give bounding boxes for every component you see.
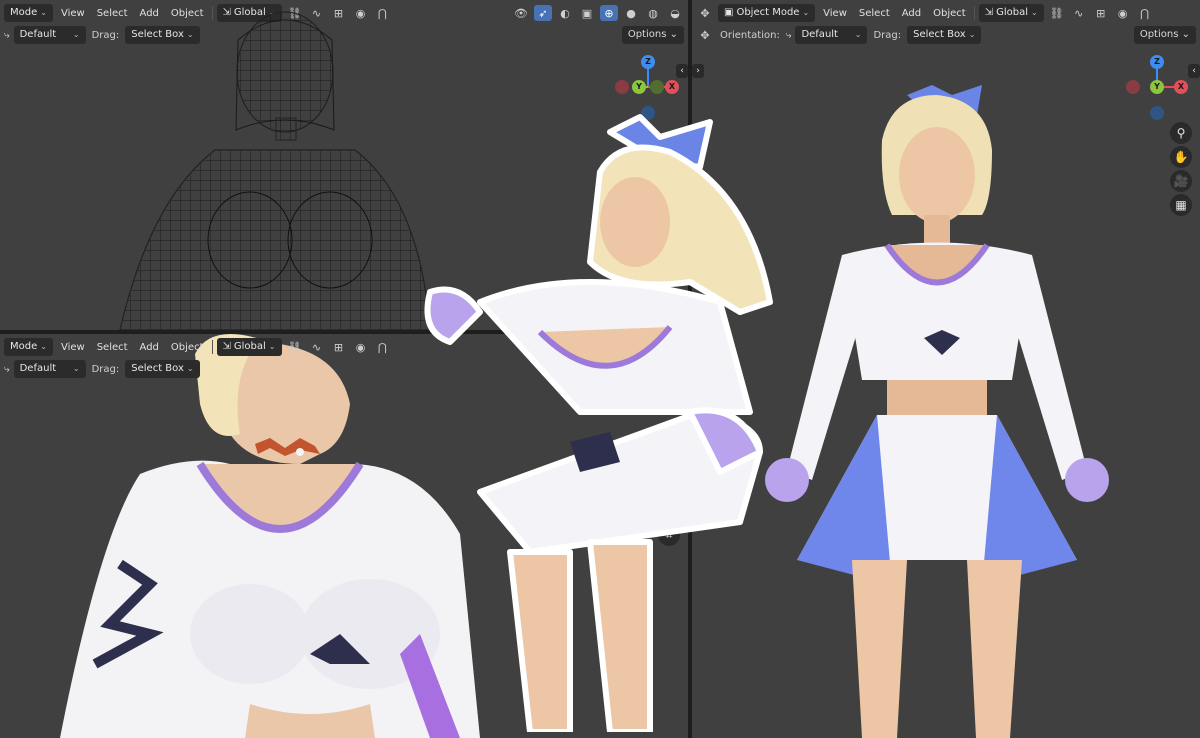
separator bbox=[211, 340, 213, 354]
midriff-front bbox=[887, 380, 987, 420]
drag-dropdown[interactable]: Select Box ⌄ bbox=[125, 360, 200, 378]
wire-head bbox=[235, 11, 335, 141]
choker-pearl bbox=[296, 448, 304, 456]
menu-object[interactable]: Object bbox=[167, 340, 208, 355]
drag-value: Select Box bbox=[131, 363, 184, 374]
face-front bbox=[899, 127, 975, 223]
pivot-icon[interactable]: ⛓ bbox=[286, 339, 304, 355]
drag-label: Drag: bbox=[91, 363, 120, 375]
mode-label: Mode bbox=[10, 341, 38, 352]
neck bbox=[924, 215, 950, 245]
character-pose-overlay bbox=[424, 114, 773, 732]
pompom-right bbox=[1065, 458, 1109, 502]
transform-orientation-dropdown[interactable]: ⇲ Global ⌄ bbox=[216, 338, 282, 356]
leg-right bbox=[967, 560, 1022, 738]
overlay-leg-left bbox=[507, 549, 573, 732]
chevron-down-icon: ⌄ bbox=[186, 364, 194, 373]
snap-grid-icon[interactable]: ⊞ bbox=[330, 339, 348, 355]
menu-view[interactable]: View bbox=[57, 340, 89, 355]
menu-select[interactable]: Select bbox=[93, 340, 132, 355]
overlay-pompom-left bbox=[424, 286, 483, 345]
chevron-down-icon: ⌄ bbox=[268, 342, 276, 351]
orientation-dropdown[interactable]: Default ⌄ bbox=[13, 360, 86, 378]
wire-torso bbox=[119, 149, 431, 330]
overlay-leg-right bbox=[587, 539, 653, 732]
leg-left bbox=[852, 560, 907, 738]
menu-add[interactable]: Add bbox=[136, 340, 163, 355]
orientation-icon: ⇲ bbox=[222, 341, 231, 352]
transform-orientation-label: Global bbox=[233, 341, 266, 352]
overlay-face bbox=[600, 177, 670, 267]
mode-dropdown[interactable]: Mode ⌄ bbox=[4, 338, 53, 356]
falloff-icon[interactable]: ⋂ bbox=[374, 339, 392, 355]
snap-icon[interactable]: ∿ bbox=[308, 339, 326, 355]
chevron-down-icon: ⌄ bbox=[40, 342, 47, 351]
orientation-icon: ⤷ bbox=[4, 363, 10, 375]
chevron-down-icon: ⌄ bbox=[72, 364, 80, 373]
chest-left bbox=[190, 584, 310, 684]
orientation-value: Default bbox=[19, 363, 57, 374]
arm-left bbox=[787, 255, 867, 480]
arm-right bbox=[1007, 255, 1087, 480]
proportional-edit-icon[interactable]: ◉ bbox=[352, 339, 370, 355]
